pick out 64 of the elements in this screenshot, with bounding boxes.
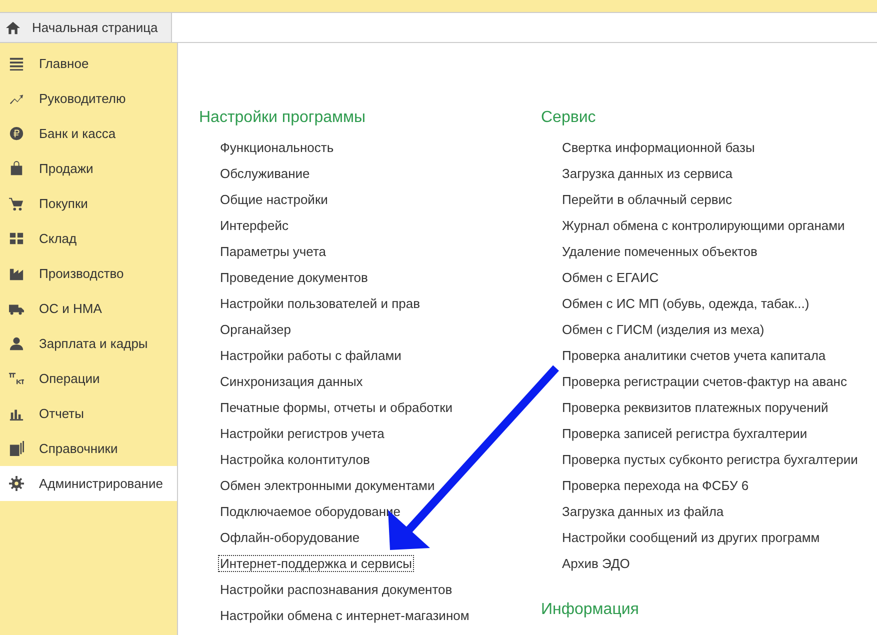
settings-icon <box>9 476 24 491</box>
settings-link[interactable]: Настройки регистров учета <box>218 425 386 442</box>
settings-link[interactable]: Свертка информационной базы <box>560 139 757 156</box>
ruble-coin-icon <box>9 126 24 141</box>
settings-link[interactable]: Проверка регистрации счетов-фактур на аванс <box>560 373 849 390</box>
settings-link[interactable]: Интернет-поддержка и сервисы <box>218 555 414 572</box>
sidebar-item[interactable]: Склад <box>0 221 177 256</box>
home-icon <box>6 20 20 34</box>
settings-link[interactable]: Проверка аналитики счетов учета капитала <box>560 347 828 364</box>
settings-link[interactable]: Обмен с ИС МП (обувь, одежда, табак...) <box>560 295 812 312</box>
settings-link[interactable]: Параметры учета <box>218 243 328 260</box>
settings-link[interactable]: Проверка пустых субконто регистра бухгалтерии <box>560 451 860 468</box>
settings-link[interactable]: Настройки сообщений из других программ <box>560 529 822 546</box>
settings-link[interactable]: Настройка колонтитулов <box>218 451 372 468</box>
settings-link[interactable]: Обмен с ЕГАИС <box>560 269 661 286</box>
sidebar-item[interactable]: Руководителю <box>0 81 177 116</box>
settings-link[interactable]: Синхронизация данных <box>218 373 365 390</box>
settings-link[interactable]: Органайзер <box>218 321 293 338</box>
settings-link[interactable]: Настройки распознавания документов <box>218 581 454 598</box>
sidebar-item[interactable]: Главное <box>0 46 177 81</box>
settings-link[interactable]: Обмен электронными документами <box>218 477 437 494</box>
settings-link[interactable]: Настройки пользователей и прав <box>218 295 422 312</box>
settings-link[interactable]: Обслуживание <box>218 165 312 182</box>
sidebar-item[interactable]: ОС и НМА <box>0 291 177 326</box>
settings-link[interactable]: Перейти в облачный сервис <box>560 191 734 208</box>
settings-link[interactable]: Настройки работы с файлами <box>218 347 404 364</box>
home-tab[interactable]: Начальная страница <box>0 13 172 42</box>
sidebar-item[interactable]: Справочники <box>0 431 177 466</box>
menu-icon <box>9 56 24 71</box>
shopping-bag-icon <box>9 161 24 176</box>
sidebar-item[interactable]: Продажи <box>0 151 177 186</box>
settings-link[interactable]: Загрузка данных из сервиса <box>560 165 735 182</box>
sidebar-item[interactable]: Отчеты <box>0 396 177 431</box>
settings-link[interactable]: Загрузка данных из файла <box>560 503 726 520</box>
settings-link[interactable]: Общие настройки <box>218 191 330 208</box>
person-icon <box>9 336 24 351</box>
section-heading: Сервис <box>541 108 596 128</box>
settings-link[interactable]: Удаление помеченных объектов <box>560 243 760 260</box>
sidebar-item[interactable]: Производство <box>0 256 177 291</box>
settings-link[interactable]: Проверка реквизитов платежных поручений <box>560 399 830 416</box>
settings-link[interactable]: Обмен с ГИСМ (изделия из меха) <box>560 321 766 338</box>
factory-icon <box>9 266 24 281</box>
grid-icon <box>9 231 24 246</box>
section-heading: Настройки программы <box>199 108 366 128</box>
book-stack-icon <box>9 441 24 456</box>
settings-link[interactable]: Функциональность <box>218 139 336 156</box>
cart-icon <box>9 196 24 211</box>
settings-link[interactable]: Проверка перехода на ФСБУ 6 <box>560 477 751 494</box>
settings-link[interactable]: Настройки обмена с интернет-магазином <box>218 607 472 624</box>
sidebar-item[interactable]: Банк и касса <box>0 116 177 151</box>
sidebar-item[interactable]: Покупки <box>0 186 177 221</box>
sidebar-item[interactable]: Операции <box>0 361 177 396</box>
sidebar-item[interactable]: Зарплата и кадры <box>0 326 177 361</box>
settings-link[interactable]: Проверка записей регистра бухгалтерии <box>560 425 810 442</box>
settings-link[interactable]: Проведение документов <box>218 269 370 286</box>
settings-link[interactable]: Интерфейс <box>218 217 290 234</box>
settings-link[interactable]: Офлайн-оборудование <box>218 529 362 546</box>
settings-link[interactable]: Печатные формы, отчеты и обработки <box>218 399 455 416</box>
settings-link[interactable]: Подключаемое оборудование <box>218 503 403 520</box>
section-heading: Информация <box>541 600 639 620</box>
settings-link[interactable]: Журнал обмена с контролирующими органами <box>560 217 847 234</box>
debit-credit-icon <box>9 371 24 386</box>
sidebar-item[interactable]: Администрирование <box>0 466 177 501</box>
settings-link[interactable]: Архив ЭДО <box>560 555 632 572</box>
